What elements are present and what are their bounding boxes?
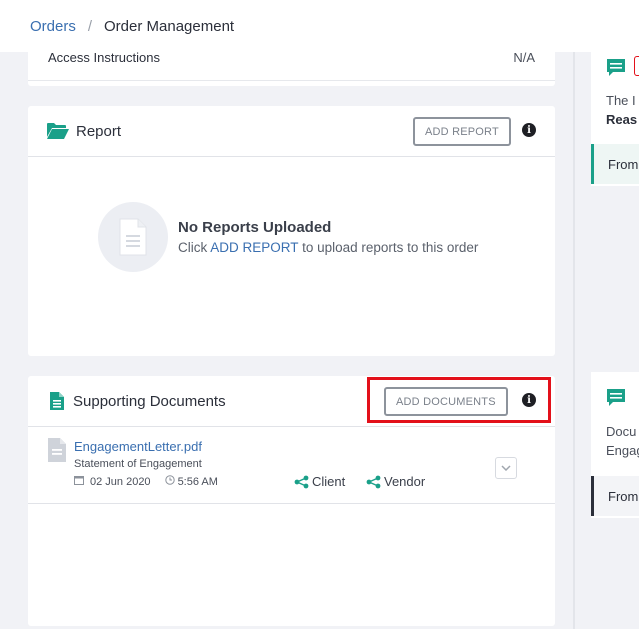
add-report-link[interactable]: ADD REPORT — [210, 240, 298, 255]
message-from: From: — [591, 476, 639, 516]
message-card: Docu Engag From: — [591, 372, 639, 518]
info-icon[interactable]: i — [522, 123, 536, 137]
empty-state-title: No Reports Uploaded — [178, 219, 332, 236]
file-text-icon — [50, 392, 64, 410]
message-card: The I Reas From: — [591, 36, 639, 186]
document-date: 02 Jun 2020 — [90, 475, 151, 488]
document-actions-toggle[interactable] — [495, 457, 517, 479]
add-report-button[interactable]: ADD REPORT — [413, 117, 511, 146]
message-text: Docu — [606, 424, 637, 439]
message-text-line2: Engag — [606, 443, 639, 458]
clock-icon — [164, 475, 175, 488]
message-reason: Reas — [606, 112, 638, 127]
divider — [28, 80, 555, 81]
column-divider — [573, 52, 575, 629]
shared-with-client: Client — [294, 474, 345, 489]
document-row[interactable]: EngagementLetter.pdf Statement of Engage… — [28, 428, 555, 504]
message-from: From: — [591, 144, 639, 184]
reports-empty-state: No Reports Uploaded Click ADD REPORT to … — [98, 202, 478, 272]
access-instructions-value: N/A — [513, 50, 535, 65]
supporting-documents-title: Supporting Documents — [73, 392, 226, 410]
breadcrumb-orders-link[interactable]: Orders — [30, 18, 76, 35]
comment-icon — [606, 388, 626, 413]
breadcrumb-current: Order Management — [104, 17, 235, 35]
comment-icon — [606, 58, 626, 83]
folder-open-icon — [46, 122, 70, 140]
report-title: Report — [76, 122, 122, 140]
empty-state-suffix: to upload reports to this order — [302, 240, 479, 255]
empty-file-icon — [98, 202, 168, 272]
message-text: The I — [606, 93, 636, 108]
document-meta: 02 Jun 2020 5:56 AM — [74, 475, 218, 488]
document-name-link[interactable]: EngagementLetter.pdf — [74, 439, 202, 454]
empty-state-prefix: Click — [178, 240, 208, 255]
breadcrumb-separator: / — [87, 17, 93, 35]
document-time: 5:56 AM — [177, 475, 218, 488]
share-icon — [294, 475, 309, 488]
calendar-icon — [74, 475, 84, 488]
document-description: Statement of Engagement — [74, 458, 202, 470]
file-icon — [48, 438, 66, 467]
empty-state-subtitle: Click ADD REPORT to upload reports to th… — [178, 240, 478, 255]
share-icon — [366, 475, 381, 488]
status-badge — [634, 56, 639, 76]
shared-vendor-label: Vendor — [384, 474, 426, 489]
chevron-down-icon — [501, 465, 511, 471]
shared-client-label: Client — [312, 474, 346, 489]
access-instructions-label: Access Instructions — [48, 50, 160, 65]
report-header: Report ADD REPORT i — [28, 106, 555, 157]
shared-with-vendor: Vendor — [366, 474, 425, 489]
report-card: Report ADD REPORT i No Reports Uploaded … — [28, 106, 555, 356]
highlight-annotation — [367, 377, 551, 423]
access-instructions-row: Access Instructions N/A — [48, 50, 535, 65]
breadcrumb: Orders / Order Management — [0, 0, 639, 52]
